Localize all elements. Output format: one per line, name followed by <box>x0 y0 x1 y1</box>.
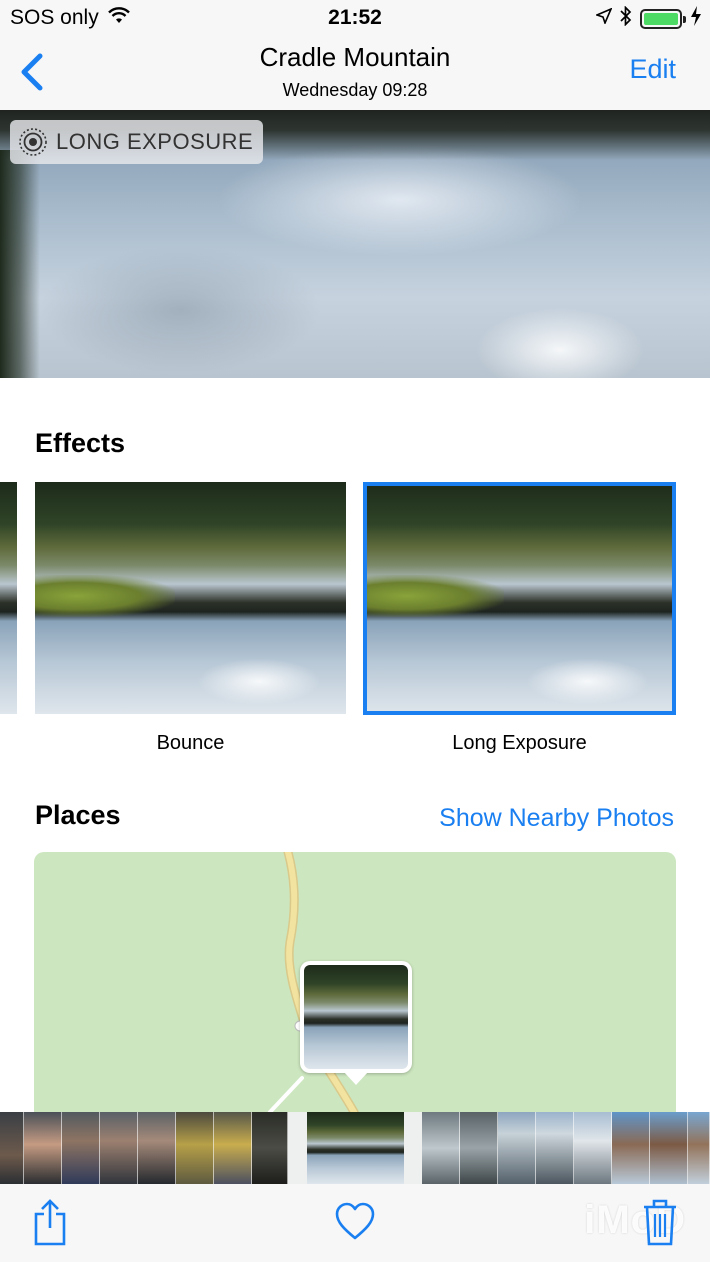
bottom-toolbar: iMoD <box>0 1184 710 1262</box>
effect-thumb-moss <box>35 574 175 617</box>
photo-filmstrip[interactable] <box>0 1112 710 1184</box>
effects-heading: Effects <box>35 428 126 458</box>
effect-thumb-bounce[interactable] <box>35 482 346 714</box>
share-button[interactable] <box>32 1198 68 1251</box>
effect-thumb-image <box>0 482 17 714</box>
filmstrip-frame[interactable] <box>252 1112 288 1184</box>
filmstrip-frame[interactable] <box>536 1112 574 1184</box>
map-pin-photo <box>304 965 408 1069</box>
page-subtitle: Wednesday 09:28 <box>282 80 428 100</box>
favorite-button[interactable] <box>334 1202 376 1247</box>
map-pin-pointer <box>344 1072 368 1085</box>
map-pin-image <box>304 965 408 1069</box>
filmstrip-frame[interactable] <box>176 1112 214 1184</box>
delete-button[interactable] <box>642 1198 678 1251</box>
filmstrip-frame[interactable] <box>574 1112 612 1184</box>
page-title: Cradle Mountain <box>259 42 451 72</box>
status-right <box>594 5 702 31</box>
filmstrip-frame[interactable] <box>422 1112 460 1184</box>
effect-thumb-glare <box>525 658 650 705</box>
live-photo-badge[interactable]: LONG EXPOSURE <box>10 120 264 164</box>
photo-view[interactable]: LONG EXPOSURE <box>0 110 710 378</box>
battery-fill <box>644 12 678 25</box>
effect-label-bounce: Bounce <box>156 732 225 754</box>
effect-thumb-long-exposure[interactable] <box>365 482 674 714</box>
effect-thumb-loop[interactable] <box>0 482 17 714</box>
live-photo-badge-label: LONG EXPOSURE <box>56 129 254 154</box>
effect-label-long-exposure: Long Exposure <box>452 732 587 754</box>
filmstrip-frame[interactable] <box>62 1112 100 1184</box>
battery-icon <box>640 8 686 29</box>
location-arrow-icon <box>594 7 613 29</box>
filmstrip-current-frame[interactable] <box>307 1112 404 1184</box>
edit-button[interactable]: Edit <box>629 54 676 85</box>
filmstrip-frame[interactable] <box>498 1112 536 1184</box>
navigation-bar: Cradle Mountain Wednesday 09:28 Edit <box>0 36 710 110</box>
filmstrip-frame[interactable] <box>612 1112 650 1184</box>
filmstrip-frame[interactable] <box>24 1112 62 1184</box>
filmstrip-frame[interactable] <box>100 1112 138 1184</box>
filmstrip-frame[interactable] <box>0 1112 24 1184</box>
live-photo-icon <box>19 128 47 156</box>
places-map[interactable] <box>34 852 676 1152</box>
heart-icon <box>335 1202 375 1240</box>
filmstrip-frame[interactable] <box>460 1112 498 1184</box>
charging-bolt-icon <box>690 6 702 31</box>
effect-thumb-moss <box>365 574 505 617</box>
filmstrip-frame[interactable] <box>214 1112 252 1184</box>
share-icon <box>34 1199 66 1246</box>
filmstrip-frame[interactable] <box>138 1112 176 1184</box>
map-photo-pin[interactable] <box>300 961 412 1085</box>
trash-icon <box>644 1199 676 1246</box>
effect-thumb-glare <box>196 658 322 705</box>
photo-trees <box>0 150 40 378</box>
filmstrip-frame[interactable] <box>688 1112 710 1184</box>
places-heading: Places <box>35 800 121 830</box>
show-nearby-photos-link[interactable]: Show Nearby Photos <box>439 804 674 833</box>
filmstrip-current-image <box>307 1112 404 1184</box>
bluetooth-icon <box>620 5 632 31</box>
status-bar: SOS only 21:52 <box>0 0 710 36</box>
filmstrip-frame[interactable] <box>650 1112 688 1184</box>
